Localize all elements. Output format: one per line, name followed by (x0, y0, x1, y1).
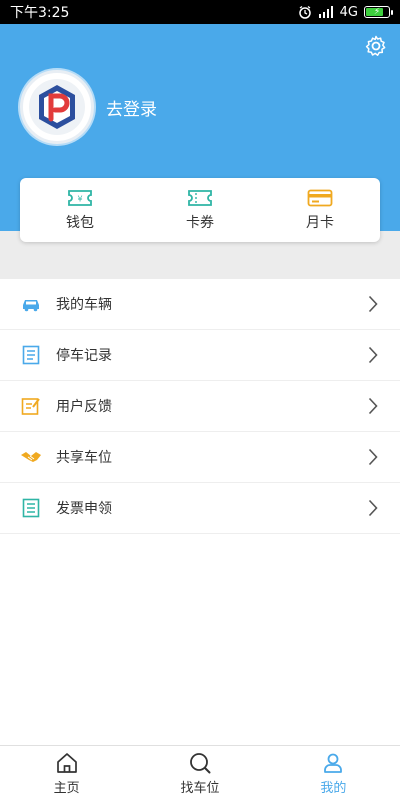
tab-home[interactable]: 主页 (0, 746, 133, 800)
chevron-right-icon (368, 295, 378, 313)
status-bar: 下午3:25 4G ⚡ (0, 0, 400, 24)
status-time: 下午3:25 (10, 5, 70, 21)
alarm-icon (298, 5, 311, 19)
invoice-icon (22, 498, 40, 518)
monthly-card-button[interactable]: 月卡 (260, 178, 380, 242)
tab-label: 找车位 (180, 780, 220, 796)
wallet-ticket-icon: ¥ (68, 189, 92, 206)
status-icons: 4G ⚡ (298, 4, 393, 20)
feedback-icon (21, 398, 40, 415)
search-icon (190, 752, 211, 773)
menu-item-parking-records[interactable]: 停车记录 (0, 330, 400, 381)
monthly-card-label: 月卡 (306, 214, 334, 231)
battery-icon: ⚡ (364, 6, 393, 18)
signal-icon (318, 6, 333, 18)
coupon-icon (188, 189, 212, 206)
bottom-tab-bar: 主页 找车位 我的 (0, 745, 400, 800)
monthly-card-icon (307, 189, 333, 206)
menu-label: 我的车辆 (56, 297, 112, 313)
svg-text:¥: ¥ (77, 194, 82, 203)
menu-label: 用户反馈 (56, 399, 112, 415)
menu-item-invoice[interactable]: 发票申领 (0, 483, 400, 534)
chevron-right-icon (368, 346, 378, 364)
menu-item-my-vehicles[interactable]: 我的车辆 (0, 279, 400, 330)
user-icon (324, 753, 343, 773)
handshake-icon (21, 452, 41, 462)
menu-item-feedback[interactable]: 用户反馈 (0, 381, 400, 432)
car-icon (23, 300, 39, 312)
home-icon (56, 752, 77, 773)
settings-gear-icon[interactable] (364, 34, 388, 58)
parking-record-icon (22, 345, 40, 365)
avatar[interactable] (20, 70, 94, 144)
wallet-card: ¥ 钱包 卡券 月卡 (20, 178, 380, 242)
parking-logo-icon (29, 79, 85, 135)
chevron-right-icon (368, 499, 378, 517)
chevron-right-icon (368, 448, 378, 466)
coupon-button[interactable]: 卡券 (140, 178, 260, 242)
chevron-right-icon (368, 397, 378, 415)
tab-label: 我的 (320, 780, 347, 796)
login-link[interactable]: 去登录 (106, 95, 157, 120)
coupon-label: 卡券 (186, 214, 214, 231)
menu-list: 我的车辆 停车记录 用户反馈 共享车位 发票申领 (0, 279, 400, 534)
tab-mine[interactable]: 我的 (267, 746, 400, 800)
tab-find-parking[interactable]: 找车位 (133, 746, 266, 800)
menu-label: 发票申领 (56, 501, 112, 517)
tab-label: 主页 (53, 780, 80, 796)
wallet-button[interactable]: ¥ 钱包 (20, 178, 140, 242)
menu-label: 停车记录 (56, 348, 112, 364)
menu-item-shared-parking[interactable]: 共享车位 (0, 432, 400, 483)
network-type: 4G (339, 4, 358, 20)
wallet-label: 钱包 (66, 214, 94, 231)
menu-label: 共享车位 (56, 450, 112, 466)
